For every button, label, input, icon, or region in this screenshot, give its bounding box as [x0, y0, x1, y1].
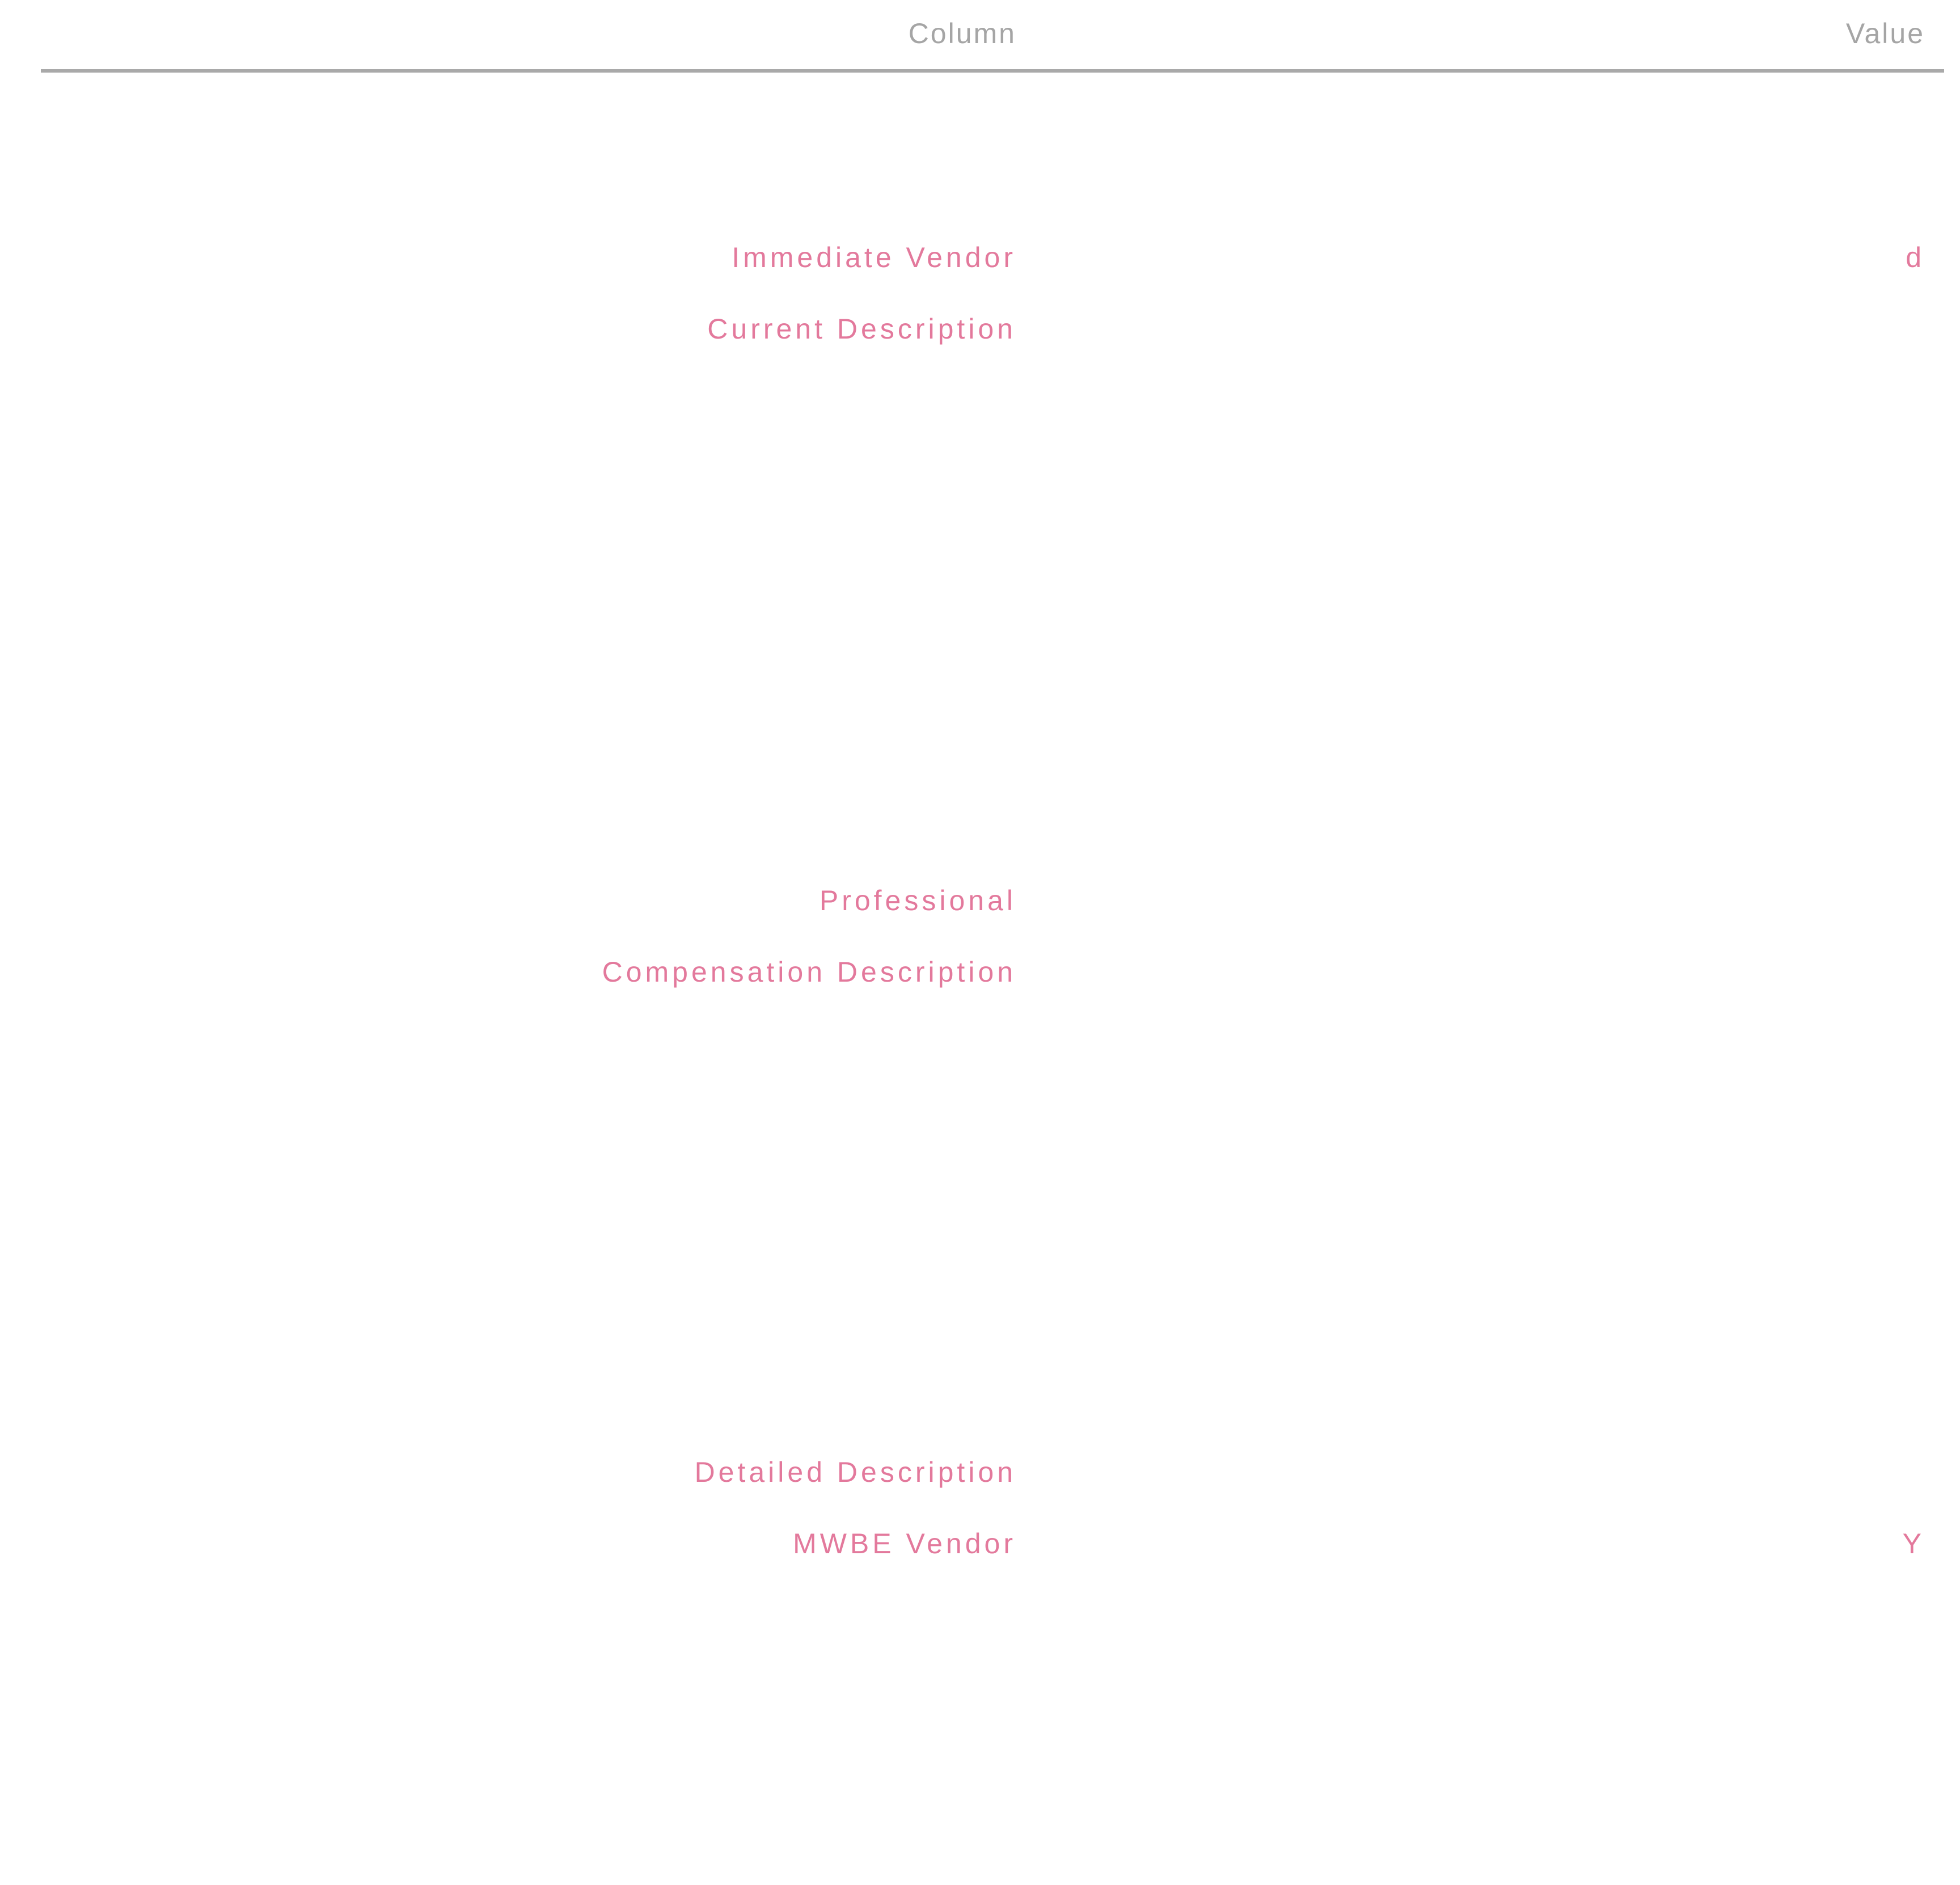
row-name-cell: Detailed Description — [694, 1456, 1016, 1488]
table-header: Column Value — [41, 0, 1944, 73]
table-row — [41, 787, 1944, 859]
row-name-cell: Current Description — [707, 313, 1016, 345]
table-row: Detailed Description — [41, 1430, 1944, 1502]
table-row — [41, 1573, 1944, 1645]
column-header-value[interactable]: Value — [1846, 17, 1925, 50]
table-row: Current Description — [41, 287, 1944, 358]
column-header-column[interactable]: Column — [909, 17, 1016, 50]
table-row: MWBE Vendor Y — [41, 1502, 1944, 1573]
row-value-cell: d — [1906, 242, 1925, 273]
row-name-cell: Professional — [819, 885, 1016, 916]
row-name-cell: Compensation Description — [602, 956, 1016, 988]
row-name-cell: MWBE Vendor — [793, 1528, 1016, 1559]
row-name-cell: Immediate Vendor — [732, 242, 1016, 273]
table-row — [41, 1144, 1944, 1216]
table-row — [41, 716, 1944, 787]
table-body: Immediate Vendor d Current Description Prof… — [41, 73, 1944, 1859]
table-row — [41, 1787, 1944, 1859]
table-row — [41, 1001, 1944, 1073]
table-row — [41, 1645, 1944, 1716]
detail-table: Column Value Immediate Vendor d Current De… — [41, 0, 1944, 1859]
table-row — [41, 358, 1944, 430]
table-row — [41, 144, 1944, 215]
table-row — [41, 430, 1944, 501]
row-value-cell: Y — [1902, 1528, 1925, 1559]
table-row: Professional — [41, 859, 1944, 930]
table-row — [41, 573, 1944, 644]
table-row — [41, 1216, 1944, 1287]
table-row: Compensation Description — [41, 930, 1944, 1001]
table-row — [41, 73, 1944, 144]
table-row — [41, 1073, 1944, 1144]
table-row — [41, 1716, 1944, 1787]
table-row: Immediate Vendor d — [41, 215, 1944, 287]
table-row — [41, 1359, 1944, 1430]
table-row — [41, 644, 1944, 716]
table-row — [41, 501, 1944, 573]
table-row — [41, 1287, 1944, 1359]
